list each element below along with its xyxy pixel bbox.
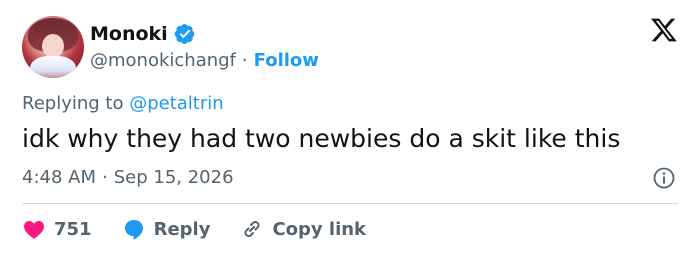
name-row: Monoki [90, 21, 196, 47]
link-icon [244, 221, 260, 237]
follow-button[interactable]: Follow [254, 50, 319, 71]
copy-link-label: Copy link [272, 218, 367, 240]
avatar-face [42, 34, 64, 58]
reply-label: Reply [153, 218, 211, 240]
tweet-time[interactable]: 4:48 AM [22, 166, 96, 190]
tweet-meta: 4:48 AM · Sep 15, 2026 [22, 166, 234, 190]
heart-icon [24, 221, 44, 239]
avatar[interactable] [22, 16, 84, 78]
replying-to: Replying to @petaltrin [22, 92, 224, 116]
verified-badge-icon [174, 24, 195, 44]
like-button[interactable]: 751 [22, 217, 92, 241]
separator-dot: · [241, 49, 248, 71]
avatar-outfit [30, 56, 76, 78]
action-bar: 751 Reply Copy link [22, 214, 396, 244]
x-logo-icon[interactable] [650, 16, 678, 44]
tweet-card: Monoki @monokichangf · Follow Replying t… [0, 0, 700, 256]
replying-to-prefix: Replying to [22, 93, 130, 114]
handle-row: @monokichangf · Follow [90, 48, 319, 72]
display-name[interactable]: Monoki [90, 22, 168, 46]
tweet-text: idk why they had two newbies do a skit l… [22, 124, 621, 153]
reply-bubble-icon [124, 220, 143, 240]
divider [22, 203, 678, 204]
like-count: 751 [54, 218, 92, 240]
meta-separator: · [102, 167, 108, 188]
reply-button[interactable]: Reply [122, 217, 211, 241]
reply-mention-link[interactable]: @petaltrin [129, 93, 223, 114]
user-handle[interactable]: @monokichangf [90, 50, 236, 71]
tweet-date[interactable]: Sep 15, 2026 [114, 166, 234, 190]
info-icon[interactable] [652, 166, 676, 190]
copy-link-button[interactable]: Copy link [240, 217, 366, 241]
